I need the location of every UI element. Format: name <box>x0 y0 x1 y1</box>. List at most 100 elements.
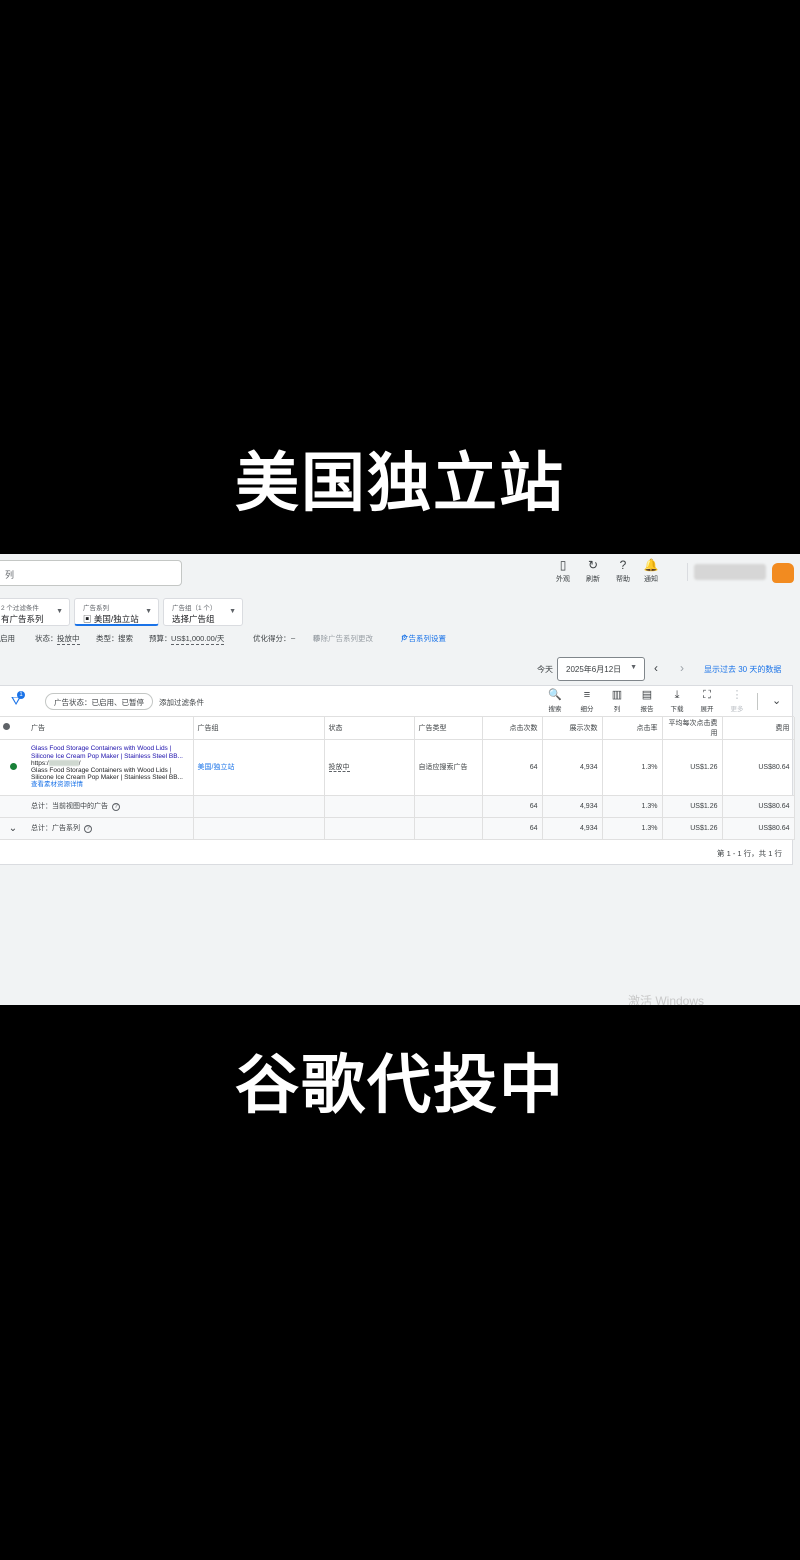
filter-bar: ⛛ 1 广告状态：已启用、已暂停 添加过滤条件 🔍 搜索 ≡ 细分 ▥ 列 ▤ 报告 ⤓… <box>0 686 794 717</box>
empty-cell <box>414 817 483 840</box>
header-avg-cpc[interactable]: 平均每次点击费用 <box>662 717 723 740</box>
segment-tool-button[interactable]: ≡ 细分 <box>573 689 601 713</box>
download-tool-label: 下载 <box>670 706 684 713</box>
report-icon: ▤ <box>641 689 653 701</box>
total-view-row: 总计：当前视图中的广告? 64 4,934 1.3% US$1.26 US$80… <box>0 795 795 818</box>
ad-url: https:// <box>31 759 81 767</box>
empty-cell <box>324 795 415 818</box>
total-view-spacer <box>0 795 27 818</box>
ad-headline-2[interactable]: Silicone Ice Cream Pop Maker | Stainless… <box>31 753 189 760</box>
prev-period-icon[interactable]: ‹ <box>654 661 658 675</box>
status-value[interactable]: 投放中 <box>328 764 350 772</box>
refresh-button[interactable]: ↻ 刷新 <box>578 558 608 584</box>
ctr-cell: 1.3% <box>602 739 663 796</box>
adgroup-link[interactable]: 美国/独立站 <box>193 739 325 796</box>
filter-selector-value: 有广告系列 <box>1 614 44 624</box>
refresh-icon: ↻ <box>587 558 599 572</box>
status-dot-icon <box>3 723 10 731</box>
appearance-button[interactable]: ▯ 外观 <box>548 558 578 584</box>
total-campaign-impressions: 4,934 <box>542 817 603 840</box>
status-filter-chip[interactable]: 广告状态：已启用、已暂停 <box>45 693 153 710</box>
header-adgroup[interactable]: 广告组 <box>193 717 325 740</box>
campaign-type-icon: ▣ <box>83 614 94 624</box>
empty-cell <box>193 795 325 818</box>
ad-headline-1[interactable]: Glass Food Storage Containers with Wood … <box>31 745 189 752</box>
total-view-clicks: 64 <box>482 795 543 818</box>
type-value: 搜索 <box>118 634 133 643</box>
add-filter-button[interactable]: 添加过滤条件 <box>159 697 204 708</box>
download-icon: ⤓ <box>674 689 680 701</box>
filter-selector[interactable]: 2 个过滤条件 有广告系列 ▼ <box>0 598 70 626</box>
total-campaign-avg-cpc: US$1.26 <box>662 817 723 840</box>
table-row[interactable]: Glass Food Storage Containers with Wood … <box>0 739 795 796</box>
appearance-icon: ▯ <box>559 558 567 572</box>
search-icon: 🔍 <box>548 689 562 701</box>
search-tool-label: 搜索 <box>548 706 562 713</box>
empty-cell <box>193 817 325 840</box>
ads-table: 广告 广告组 状态 广告类型 点击次数 展示次数 点击率 平均每次点击费用 费用… <box>0 717 795 840</box>
filter-count-badge: 1 <box>17 691 25 699</box>
header-ad-type[interactable]: 广告类型 <box>414 717 483 740</box>
header-impressions[interactable]: 展示次数 <box>542 717 603 740</box>
notifications-label: 通知 <box>644 576 658 583</box>
header-divider <box>687 563 688 581</box>
header-ctr[interactable]: 点击率 <box>602 717 663 740</box>
help-button[interactable]: ? 帮助 <box>608 558 638 584</box>
adgroup-selector[interactable]: 广告组（1 个） 选择广告组 ▼ <box>163 598 243 626</box>
notifications-button[interactable]: 🔔 通知 <box>636 558 666 584</box>
more-tool-button[interactable]: ⋮ 更多 <box>723 689 751 713</box>
score-label: 优化得分： <box>253 634 291 643</box>
account-name-blurred[interactable] <box>694 564 766 580</box>
help-icon[interactable]: ? <box>84 825 92 833</box>
search-input[interactable]: 列 <box>0 560 182 586</box>
asset-details-link[interactable]: 查看素材资源详情 <box>31 781 189 788</box>
total-view-label: 总计：当前视图中的广告? <box>27 795 194 818</box>
total-campaign-label: 总计：广告系列? <box>27 817 194 840</box>
date-picker-value: 2025年6月12日 <box>566 665 622 674</box>
download-tool-button[interactable]: ⤓ 下载 <box>663 689 691 713</box>
status-value[interactable]: 投放中 <box>57 633 80 645</box>
total-campaign-ctr: 1.3% <box>602 817 663 840</box>
date-picker[interactable]: 2025年6月12日 ▼ <box>557 657 645 681</box>
date-row: 今天 2025年6月12日 ▼ ‹ › 显示过去 30 天的数据 <box>0 657 800 681</box>
show-last-30-days-link[interactable]: 显示过去 30 天的数据 <box>704 664 781 675</box>
columns-tool-button[interactable]: ▥ 列 <box>603 689 631 713</box>
empty-cell <box>414 795 483 818</box>
total-view-ctr: 1.3% <box>602 795 663 818</box>
header-ad[interactable]: 广告 <box>27 717 194 740</box>
enabled-dot-icon <box>9 762 17 770</box>
header-status-dot <box>0 717 27 740</box>
caption-bottom: 谷歌代投中 <box>235 1049 565 1123</box>
segment-icon: ≡ <box>583 689 591 701</box>
report-tool-button[interactable]: ▤ 报告 <box>633 689 661 713</box>
columns-tool-label: 列 <box>613 706 621 713</box>
account-avatar[interactable] <box>772 563 794 583</box>
budget-value[interactable]: US$1,000.00/天 <box>171 633 225 645</box>
url-blurred <box>48 760 79 767</box>
next-period-icon[interactable]: › <box>680 661 684 675</box>
campaign-selector-value: ▣ 美国/独立站 <box>83 613 150 625</box>
search-tool-button[interactable]: 🔍 搜索 <box>541 689 569 713</box>
expand-icon: ⛶ <box>703 689 711 701</box>
more-icon: ⋮ <box>731 689 743 701</box>
ad-type-cell: 自适应搜索广告 <box>414 739 483 796</box>
help-label: 帮助 <box>616 576 630 583</box>
total-campaign-clicks: 64 <box>482 817 543 840</box>
ads-table-card: ⛛ 1 广告状态：已启用、已暂停 添加过滤条件 🔍 搜索 ≡ 细分 ▥ 列 ▤ 报告 ⤓… <box>0 685 795 865</box>
campaign-selector[interactable]: 广告系列 ▣ 美国/独立站 ▼ <box>74 598 159 626</box>
table-footer: 第 1 - 1 行，共 1 行 <box>0 839 794 865</box>
status-cell[interactable]: 投放中 <box>324 739 415 796</box>
avg-cpc-cell: US$1.26 <box>662 739 723 796</box>
header-cost[interactable]: 费用 <box>722 717 795 740</box>
ad-cell[interactable]: Glass Food Storage Containers with Wood … <box>27 739 194 796</box>
refresh-label: 刷新 <box>586 576 600 583</box>
header-status[interactable]: 状态 <box>324 717 415 740</box>
chevron-down-icon[interactable]: ⌄ <box>0 817 27 840</box>
google-ads-screen: 列 ▯ 外观 ↻ 刷新 ? 帮助 🔔 通知 2 个过滤条件 有广告系列 ▼ 广告… <box>0 554 800 1005</box>
score-value: – <box>291 633 296 642</box>
help-icon[interactable]: ? <box>112 803 120 811</box>
expand-tool-button[interactable]: ⛶ 展开 <box>693 689 721 713</box>
header-clicks[interactable]: 点击次数 <box>482 717 543 740</box>
chevron-down-icon[interactable]: ⌄ <box>772 694 781 707</box>
adgroup-selector-value: 选择广告组 <box>172 614 215 624</box>
